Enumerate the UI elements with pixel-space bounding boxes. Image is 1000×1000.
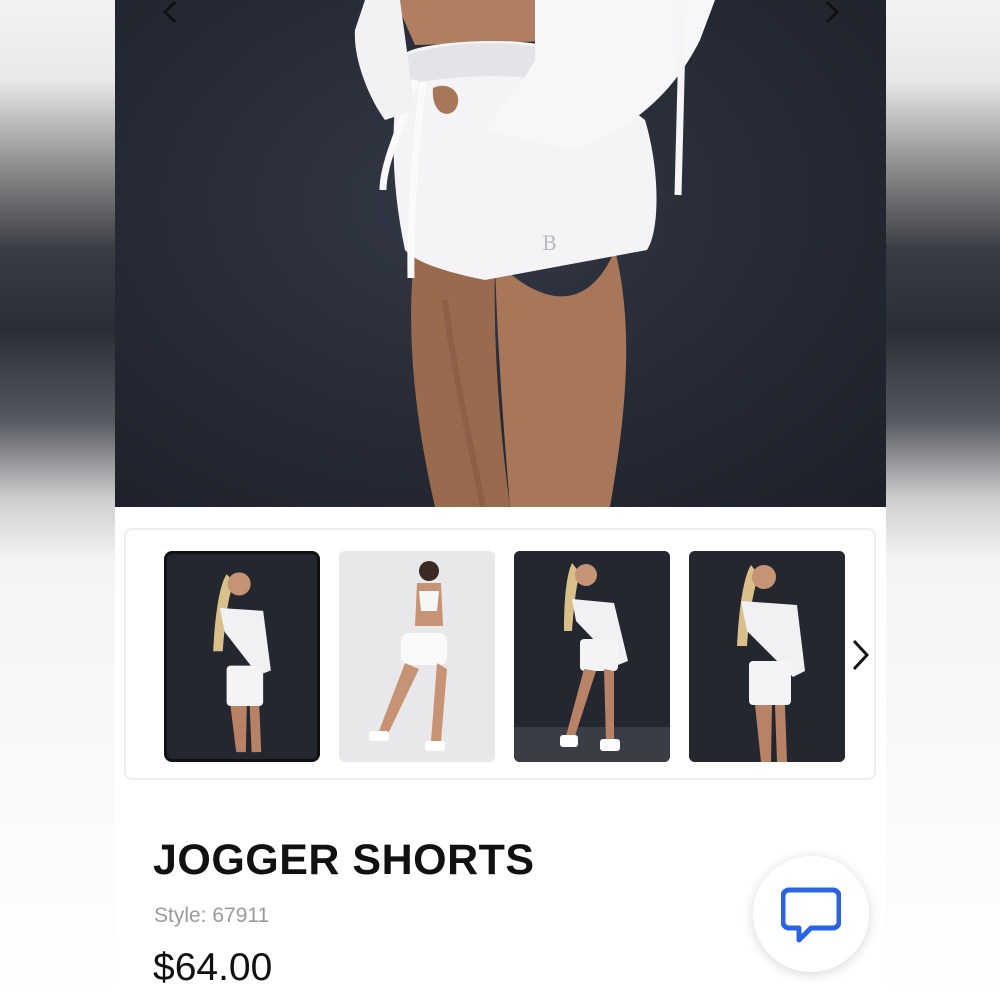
thumbnail-3[interactable] (514, 551, 670, 762)
hero-product-image[interactable]: B (115, 0, 886, 507)
product-page: B JOGGER SHORTS Style: 67911 $64.00 (115, 0, 886, 1000)
chevron-right-icon[interactable] (817, 0, 847, 24)
chat-button[interactable] (753, 856, 869, 972)
product-price: $64.00 (153, 946, 273, 989)
blurred-background-left (0, 0, 115, 1000)
thumbnail-2[interactable] (339, 551, 495, 762)
thumbnail-photo (167, 555, 317, 758)
blurred-background-right (886, 0, 1000, 1000)
chevron-right-icon[interactable] (848, 638, 872, 672)
thumbnail-4[interactable] (689, 551, 845, 762)
thumbnail-carousel (124, 528, 876, 780)
hero-photo-illustration: B (354, 0, 715, 507)
style-number: 67911 (212, 904, 270, 927)
svg-text:B: B (542, 231, 557, 255)
thumbnail-1[interactable] (164, 551, 320, 762)
thumbnail-photo (689, 551, 845, 762)
product-style: Style: 67911 (154, 904, 269, 928)
chat-bubble-icon (781, 887, 841, 943)
thumbnail-photo (514, 551, 670, 762)
thumbnail-photo (339, 551, 495, 762)
product-title: JOGGER SHORTS (153, 836, 535, 884)
chevron-left-icon[interactable] (155, 0, 185, 24)
style-label: Style: (154, 904, 207, 927)
